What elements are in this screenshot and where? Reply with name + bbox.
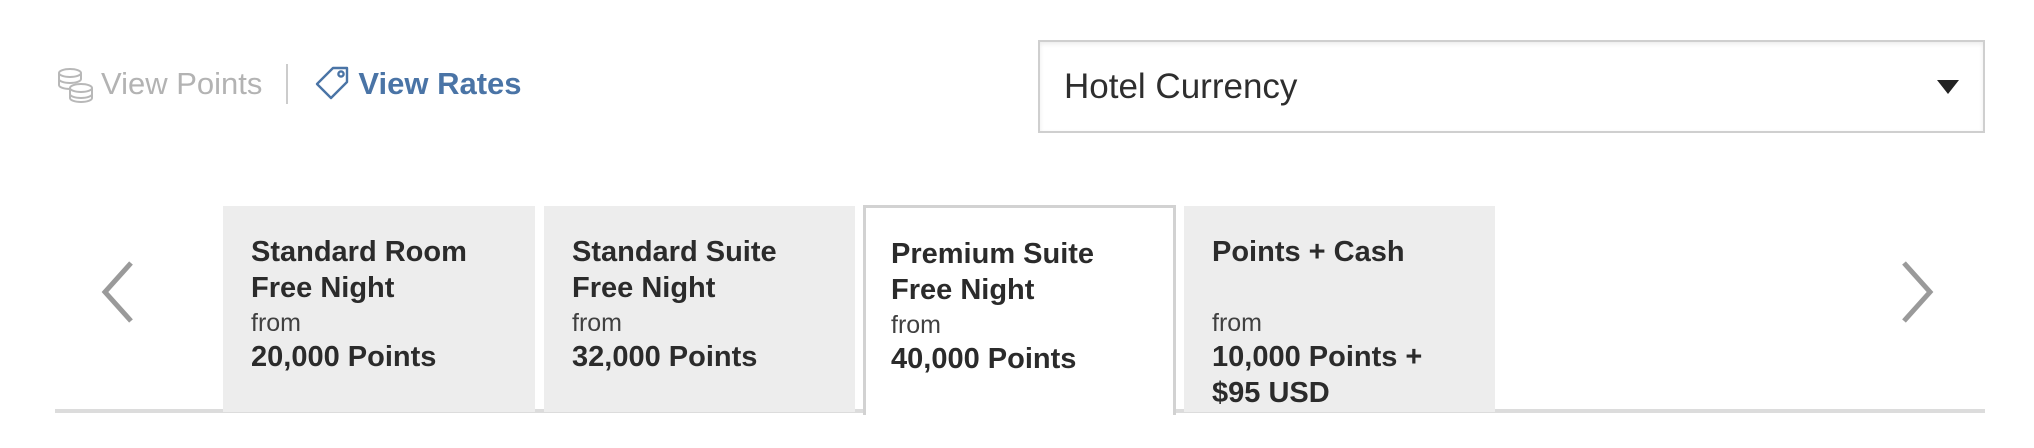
rate-tab-from-label: from bbox=[891, 311, 941, 339]
carousel-prev-button[interactable] bbox=[95, 255, 145, 330]
rate-tab-price: 32,000 Points bbox=[572, 341, 758, 373]
price-tag-icon bbox=[312, 64, 352, 104]
rate-tab-title: Points + Cash bbox=[1212, 236, 1405, 268]
view-points-label: View Points bbox=[101, 66, 263, 101]
rate-tab-price: 10,000 Points + $95 USD bbox=[1212, 341, 1423, 409]
rate-tab-standard-room[interactable]: Standard Room Free Night from 20,000 Poi… bbox=[223, 206, 535, 412]
toggle-divider bbox=[286, 64, 289, 104]
coins-icon bbox=[55, 64, 95, 104]
view-points-button[interactable]: View Points bbox=[55, 64, 262, 104]
rate-tab-title: Premium Suite Free Night bbox=[891, 238, 1095, 306]
rate-tab-price: 20,000 Points bbox=[251, 341, 437, 373]
rate-tab-price: 40,000 Points bbox=[891, 343, 1077, 375]
rate-tab-premium-suite[interactable]: Premium Suite Free Night from 40,000 Poi… bbox=[863, 205, 1176, 415]
rate-tab-from-label: from bbox=[572, 309, 622, 337]
rate-tab-points-cash[interactable]: Points + Cash from 10,000 Points + $95 U… bbox=[1184, 206, 1495, 412]
view-rates-label: View Rates bbox=[358, 66, 522, 101]
currency-select[interactable]: Hotel Currency bbox=[1038, 40, 1985, 133]
view-mode-toggle: View Points View Rates bbox=[55, 62, 522, 106]
rate-tab-title: Standard Room Free Night bbox=[251, 236, 467, 304]
rate-tab-from-label: from bbox=[1212, 309, 1262, 337]
chevron-left-icon bbox=[101, 261, 133, 323]
view-rates-button[interactable]: View Rates bbox=[312, 64, 522, 104]
rate-tab-standard-suite[interactable]: Standard Suite Free Night from 32,000 Po… bbox=[544, 206, 855, 412]
chevron-right-icon bbox=[1902, 261, 1934, 323]
currency-select-value: Hotel Currency bbox=[1064, 66, 1298, 106]
rate-tab-title: Standard Suite Free Night bbox=[572, 236, 777, 304]
caret-down-icon bbox=[1937, 80, 1959, 94]
carousel-next-button[interactable] bbox=[1890, 255, 1940, 330]
rate-tab-from-label: from bbox=[251, 309, 301, 337]
